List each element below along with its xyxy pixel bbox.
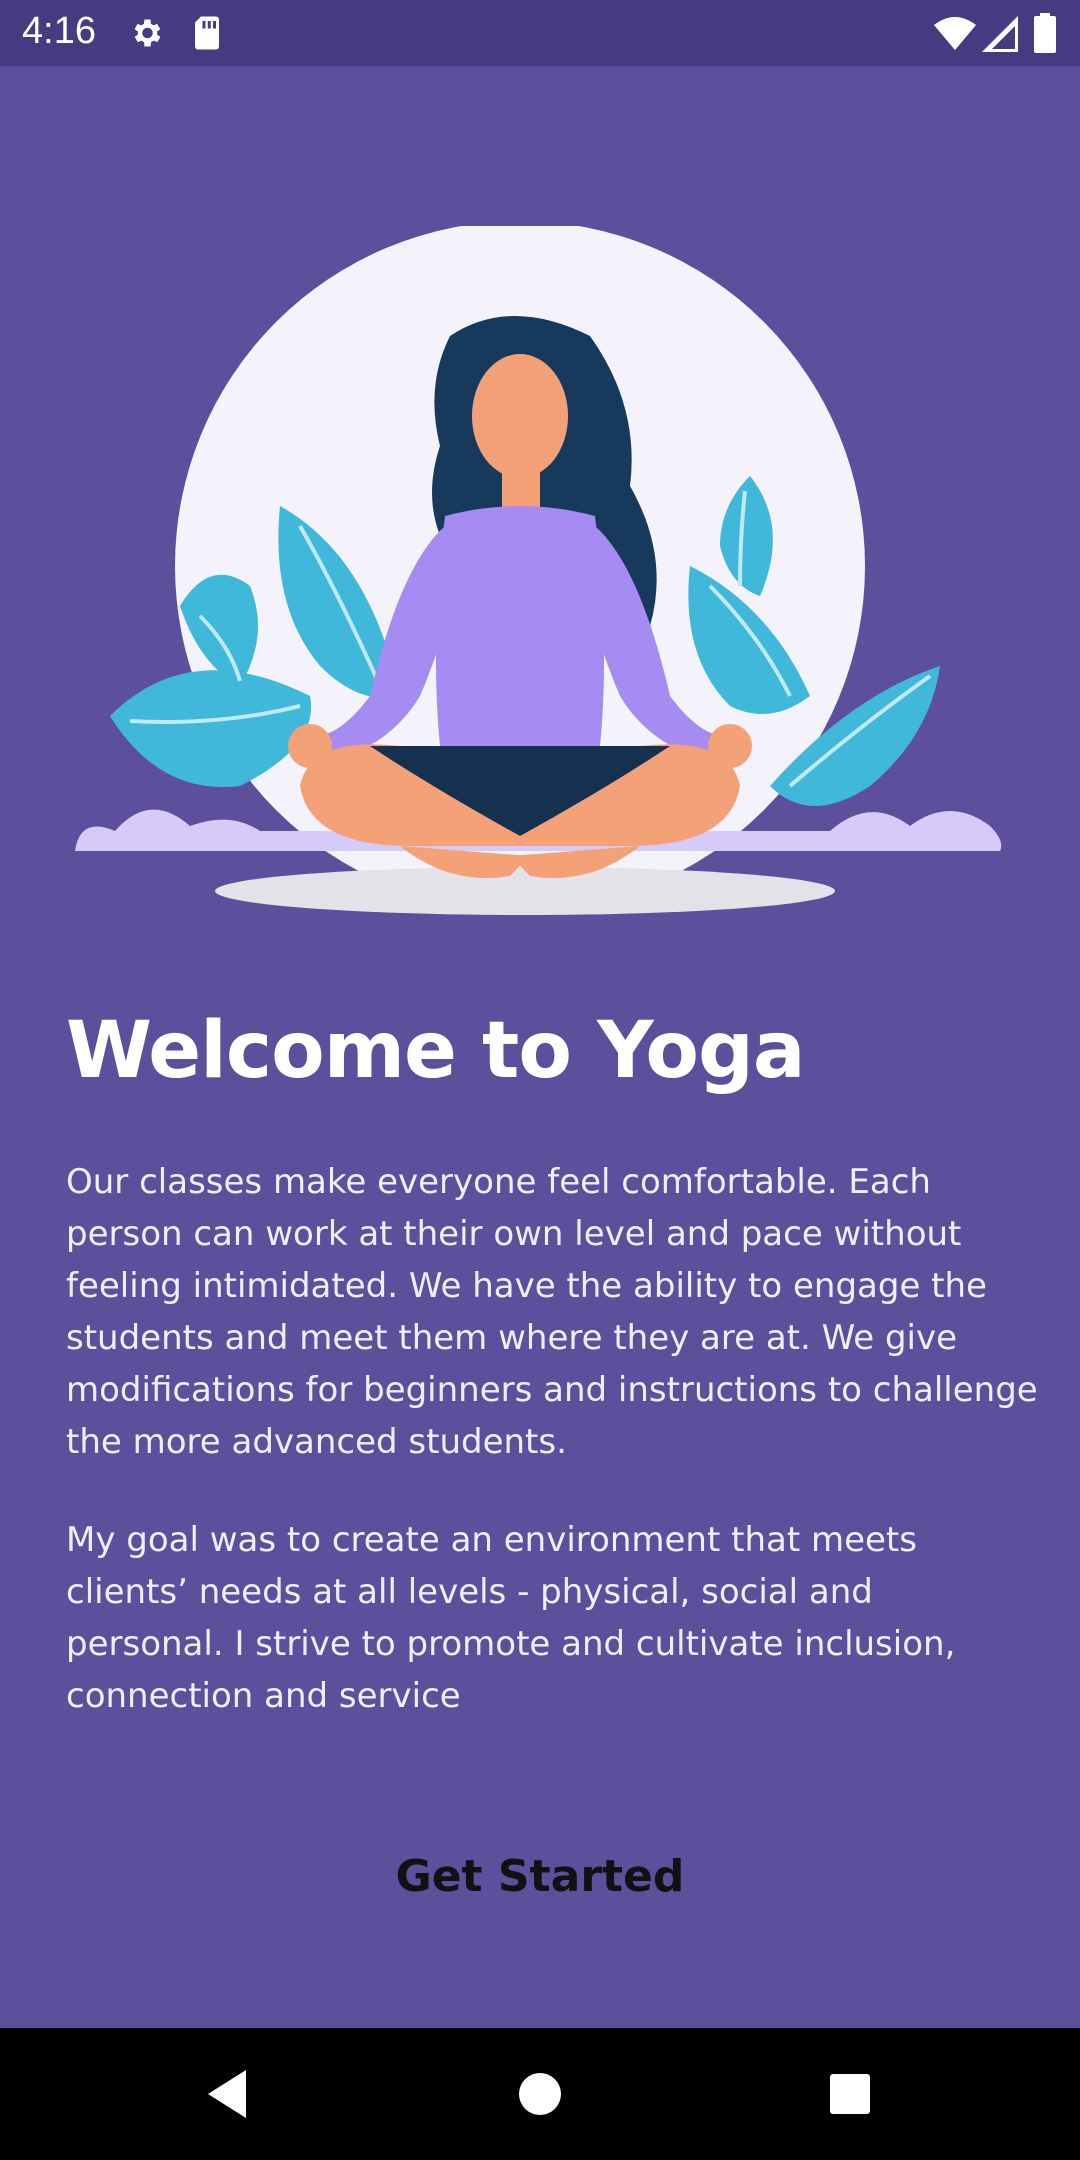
signal-icon xyxy=(982,16,1018,56)
sd-card-icon xyxy=(190,15,224,55)
paragraph-line: modifications for beginners and instruct… xyxy=(66,1370,1038,1410)
paragraph-line: person can work at their own level and p… xyxy=(66,1214,962,1254)
yoga-meditation-illustration xyxy=(70,221,1010,971)
paragraph-line: students and meet them where they are at… xyxy=(66,1318,958,1358)
home-icon[interactable] xyxy=(508,2062,572,2126)
paragraph-line: the more advanced students. xyxy=(66,1422,567,1462)
battery-icon xyxy=(1034,13,1056,57)
gear-icon xyxy=(128,15,164,55)
back-icon[interactable] xyxy=(196,2062,260,2126)
paragraph-line: personal. I strive to promote and cultiv… xyxy=(66,1624,956,1664)
recents-icon[interactable] xyxy=(818,2062,882,2126)
wifi-icon xyxy=(934,17,976,55)
status-time: 4:16 xyxy=(22,10,96,52)
intro-paragraph: Our classes make everyone feel comfortab… xyxy=(66,1156,1056,1468)
goal-paragraph: My goal was to create an environment tha… xyxy=(66,1514,1056,1722)
paragraph-line: My goal was to create an environment tha… xyxy=(66,1520,917,1560)
paragraph-line: clients’ needs at all levels - physical,… xyxy=(66,1572,873,1612)
paragraph-line: connection and service xyxy=(66,1676,461,1716)
page-title: Welcome to Yoga xyxy=(66,1006,805,1096)
navigation-bar xyxy=(0,2028,1080,2160)
paragraph-line: Our classes make everyone feel comfortab… xyxy=(66,1162,931,1202)
get-started-button[interactable]: Get Started xyxy=(340,1840,740,1912)
paragraph-line: feeling intimidated. We have the ability… xyxy=(66,1266,987,1306)
welcome-screen: Welcome to Yoga Our classes make everyon… xyxy=(0,66,1080,2028)
status-bar: 4:16 xyxy=(0,0,1080,66)
